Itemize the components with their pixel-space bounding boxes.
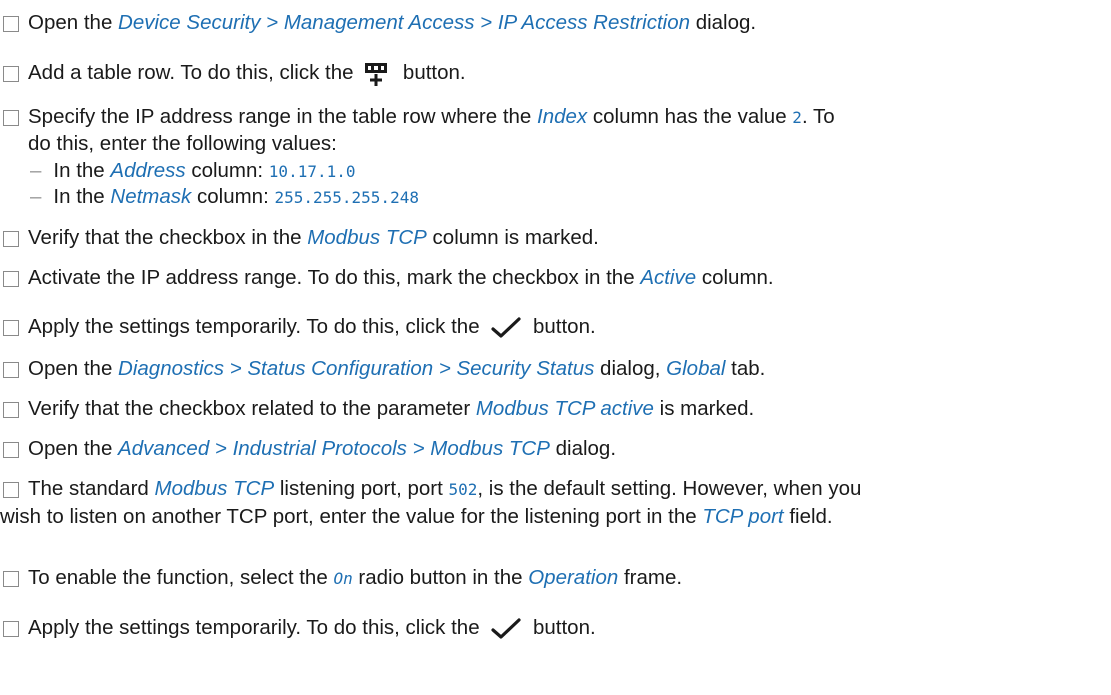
column-name-index: Index [537, 105, 588, 128]
protocol-name: Modbus TCP [154, 477, 275, 500]
step-checkbox[interactable] [3, 66, 19, 82]
step-checkbox[interactable] [3, 362, 19, 378]
step-text: Apply the settings temporarily. To do th… [28, 614, 1111, 642]
step-checkbox[interactable] [3, 16, 19, 32]
address-value: 10.17.1.0 [268, 162, 356, 181]
step-text-after: column. [696, 266, 774, 289]
step-text-mid: radio button in the [352, 566, 529, 589]
dialog-path: Device Security > Management Access > IP… [118, 11, 690, 34]
step-text-after: tab. [725, 357, 766, 380]
step-text: Verify that the checkbox in the Modbus T… [28, 224, 1111, 252]
dialog-path: Advanced > Industrial Protocols > Modbus… [118, 437, 550, 460]
field-name-tcp-port: TCP port [702, 505, 784, 528]
dialog-path: Diagnostics > Status Configuration > Sec… [118, 357, 595, 380]
step-text: Open the Diagnostics > Status Configurat… [28, 355, 1111, 383]
step-text-after: dialog. [549, 437, 617, 460]
step-text-before: Apply the settings temporarily. To do th… [28, 616, 486, 639]
step-checkbox[interactable] [3, 621, 19, 637]
step-text: Activate the IP address range. To do thi… [28, 264, 1111, 292]
step-text-after: field. [783, 505, 833, 528]
subitem-text-before: In the [53, 185, 111, 208]
step-text-after: , is the default setting. However, when … [477, 477, 862, 500]
column-name-modbus-tcp: Modbus TCP [307, 226, 427, 249]
subitem-netmask: – In the Netmask column: 255.255.255.248 [30, 183, 419, 212]
step-checkbox[interactable] [3, 482, 19, 498]
step-text-before: Open the [28, 437, 119, 460]
step-checkbox[interactable] [3, 571, 19, 587]
netmask-value: 255.255.255.248 [274, 188, 419, 207]
subitem-text-after: column: [191, 185, 275, 208]
parameter-name: Modbus TCP active [475, 397, 654, 420]
step-checkbox[interactable] [3, 231, 19, 247]
step-text-before: Activate the IP address range. To do thi… [28, 266, 641, 289]
tab-name-global: Global [666, 357, 726, 380]
step-text-line-2: wish to listen on another TCP port, ente… [0, 503, 1111, 531]
step-text-after: button. [397, 61, 466, 84]
step-text: Open the Advanced > Industrial Protocols… [28, 435, 1111, 463]
step-text-before: Add a table row. To do this, click the [28, 61, 360, 84]
port-value: 502 [448, 480, 478, 499]
step-text: Open the Device Security > Management Ac… [28, 9, 1111, 37]
step-text-mid: listening port, port [274, 477, 449, 500]
subitem-address: – In the Address column: 10.17.1.0 [30, 157, 356, 186]
step-text-before: Verify that the checkbox related to the … [28, 397, 476, 420]
step-text-line-1: The standard Modbus TCP listening port, … [28, 475, 1111, 504]
radio-name-on: On [333, 569, 353, 588]
frame-name-operation: Operation [528, 566, 619, 589]
dash-bullet: – [30, 185, 42, 208]
step-text-before: Open the [28, 357, 119, 380]
subitem-text-before: In the [53, 159, 111, 182]
step-checkbox[interactable] [3, 271, 19, 287]
step-text: To enable the function, select the On ra… [28, 564, 1111, 593]
checkmark-icon [491, 617, 521, 639]
add-table-row-icon [365, 62, 388, 86]
step-text-line-1: Specify the IP address range in the tabl… [28, 103, 1111, 132]
step-checkbox[interactable] [3, 110, 19, 126]
column-name-active: Active [640, 266, 697, 289]
step-text: Add a table row. To do this, click the b… [28, 59, 1111, 87]
step-checkbox[interactable] [3, 320, 19, 336]
step-text: Apply the settings temporarily. To do th… [28, 313, 1111, 341]
step-text-before: Open the [28, 11, 119, 34]
step-text-after: frame. [618, 566, 683, 589]
subitem-text-after: column: [185, 159, 269, 182]
step-text-after: button. [527, 315, 596, 338]
step-text-before: Specify the IP address range in the tabl… [28, 105, 538, 128]
step-text-after: . To [801, 105, 835, 128]
step-text-before: Apply the settings temporarily. To do th… [28, 315, 486, 338]
step-text-mid: dialog, [594, 357, 667, 380]
column-name-address: Address [110, 159, 186, 182]
step-text-before: Verify that the checkbox in the [28, 226, 308, 249]
step-checkbox[interactable] [3, 442, 19, 458]
index-value: 2 [792, 108, 802, 127]
column-name-netmask: Netmask [110, 185, 192, 208]
step-text-after: dialog. [690, 11, 757, 34]
checkmark-icon [491, 316, 521, 338]
step-text-before: To enable the function, select the [28, 566, 334, 589]
step-text-before: wish to listen on another TCP port, ente… [0, 505, 703, 528]
step-text-before: The standard [28, 477, 155, 500]
step-checkbox[interactable] [3, 402, 19, 418]
step-text-mid: column has the value [587, 105, 793, 128]
step-text-after: column is marked. [426, 226, 599, 249]
step-text: Verify that the checkbox related to the … [28, 395, 1111, 423]
step-text-line-2: do this, enter the following values: [28, 132, 337, 155]
step-text-after: is marked. [653, 397, 755, 420]
step-text-after: button. [527, 616, 596, 639]
dash-bullet: – [30, 159, 42, 182]
